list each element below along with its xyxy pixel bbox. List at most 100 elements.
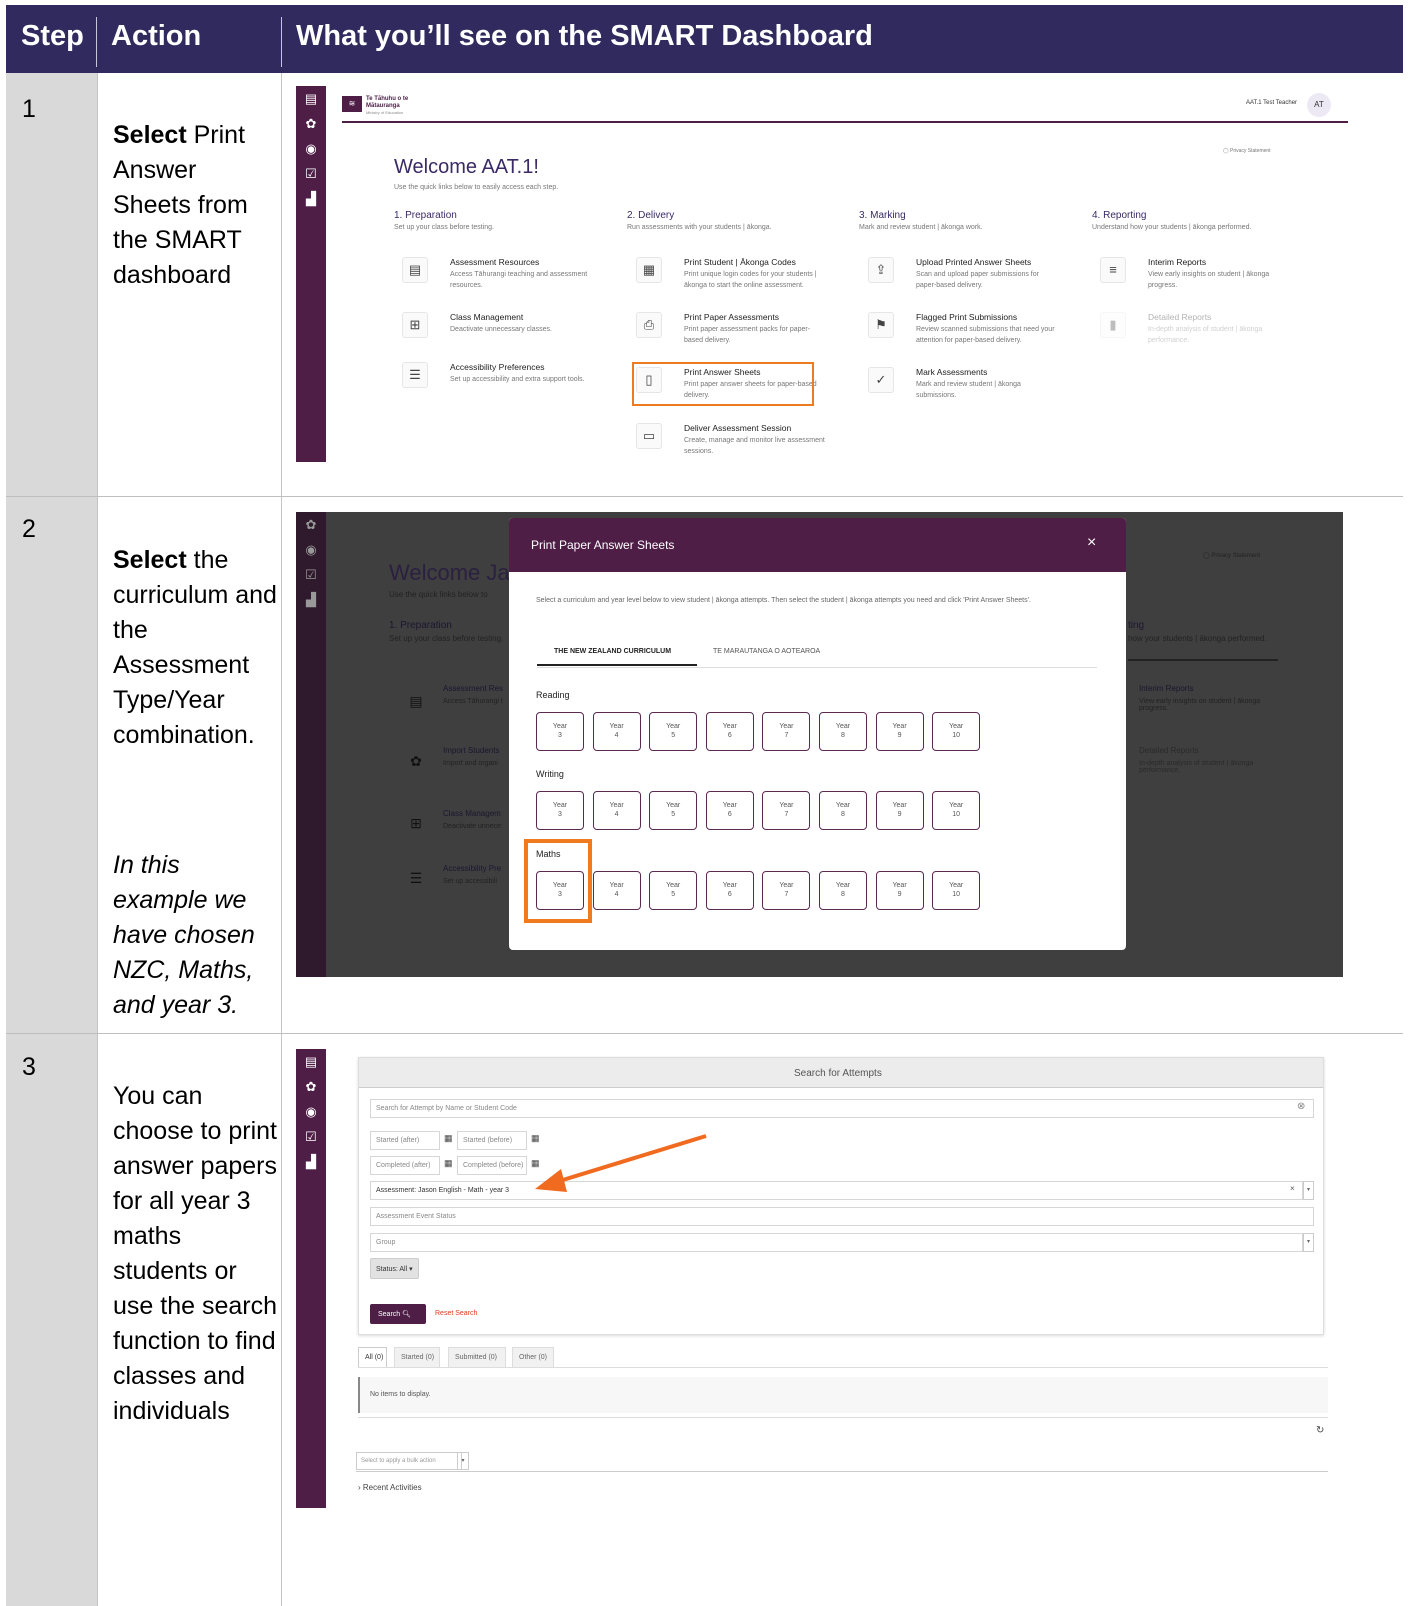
year-button-reading-7[interactable]: Year 7 xyxy=(762,712,811,751)
book-icon[interactable]: ▤ xyxy=(296,86,326,111)
quick-link-title: Accessibility Preferences xyxy=(450,362,545,372)
quick-link-desc: Access Tāhurangi teaching and assessment… xyxy=(450,271,588,289)
dropdown-arrow-icon[interactable]: ▾ xyxy=(1303,1181,1314,1200)
search-panel: Search for Attempts Search for Attempt b… xyxy=(358,1057,1324,1335)
dropdown-arrow-icon[interactable]: ▾ xyxy=(457,1452,469,1470)
year-button-writing-10[interactable]: Year 10 xyxy=(932,791,981,830)
people-icon[interactable]: ✿ xyxy=(296,512,326,537)
empty-message: No items to display. xyxy=(370,1391,431,1398)
year-button-writing-3[interactable]: Year 3 xyxy=(536,791,584,830)
recent-activities-toggle[interactable]: › Recent Activities xyxy=(358,1483,422,1492)
year-label: Year xyxy=(779,802,794,809)
user-name[interactable]: AAT.1 Test Teacher xyxy=(1246,100,1297,106)
checklist-icon[interactable]: ☑ xyxy=(296,562,326,587)
year-button-maths-9[interactable]: Year 9 xyxy=(875,871,924,910)
chart-icon[interactable]: ▟ xyxy=(296,186,326,211)
clear-icon[interactable]: × xyxy=(1290,1184,1295,1193)
welcome-title: Welcome AAT.1! xyxy=(394,156,539,178)
year-button-maths-8[interactable]: Year 8 xyxy=(819,871,867,910)
checklist-icon[interactable]: ☑ xyxy=(296,1124,326,1149)
book-icon[interactable]: ▤ xyxy=(296,1049,326,1074)
year-label: Year xyxy=(666,802,681,809)
event-status-field[interactable]: Assessment Event Status xyxy=(370,1207,1314,1226)
people-icon[interactable]: ✿ xyxy=(296,1074,326,1099)
year-button-writing-7[interactable]: Year 7 xyxy=(762,791,811,830)
year-number: 3 xyxy=(558,811,562,818)
column-subtitle: Set up your class before testing. xyxy=(394,224,494,231)
dropdown-arrow-icon[interactable]: ▾ xyxy=(1303,1233,1314,1252)
bg-item-desc: Deactivate unnece xyxy=(443,823,501,830)
tab-nzc[interactable]: THE NEW ZEALAND CURRICULUM xyxy=(554,648,671,655)
completed-before-field[interactable]: Completed (before) xyxy=(457,1156,527,1175)
chart-icon[interactable]: ▟ xyxy=(296,587,326,612)
subject-writing: Writing xyxy=(536,769,564,779)
completed-after-field[interactable]: Completed (after) xyxy=(370,1156,440,1175)
modal-header: Print Paper Answer Sheets × xyxy=(509,518,1126,572)
people-icon[interactable]: ✿ xyxy=(296,111,326,136)
year-button-writing-9[interactable]: Year 9 xyxy=(875,791,924,830)
status-dropdown[interactable]: Status: All ▾ xyxy=(370,1258,419,1279)
grid-icon: ⊞ xyxy=(410,815,422,831)
started-before-field[interactable]: Started (before) xyxy=(457,1131,527,1150)
play-icon[interactable]: ◉ xyxy=(296,537,326,562)
column-title: 2. Delivery xyxy=(627,210,675,221)
play-icon[interactable]: ◉ xyxy=(296,1099,326,1124)
search-input[interactable]: Search for Attempt by Name or Student Co… xyxy=(370,1099,1314,1118)
close-icon[interactable]: × xyxy=(1087,534,1096,552)
tab-started[interactable]: Started (0) xyxy=(394,1347,440,1368)
year-label: Year xyxy=(609,882,624,889)
tab-other[interactable]: Other (0) xyxy=(512,1347,554,1368)
year-label: Year xyxy=(892,802,907,809)
bg-item-title: Detailed Reports xyxy=(1139,746,1199,755)
clear-icon[interactable]: ⊗ xyxy=(1297,1101,1305,1112)
group-select[interactable]: Group xyxy=(370,1233,1303,1252)
privacy-link[interactable]: ◯ Privacy Statement xyxy=(1223,148,1271,154)
year-button-reading-3[interactable]: Year 3 xyxy=(536,712,584,751)
column-title: 3. Marking xyxy=(859,210,906,221)
tab-submitted[interactable]: Submitted (0) xyxy=(448,1347,506,1368)
chart-icon[interactable]: ▟ xyxy=(296,1149,326,1174)
year-button-reading-4[interactable]: Year 4 xyxy=(592,712,641,751)
started-after-field[interactable]: Started (after) xyxy=(370,1131,440,1150)
year-number: 8 xyxy=(841,891,845,898)
sidebar: ✿ ◉ ☑ ▟ xyxy=(296,512,326,977)
upload-icon: ⇪ xyxy=(868,257,894,283)
step-column xyxy=(6,73,97,1606)
year-button-reading-5[interactable]: Year 5 xyxy=(649,712,698,751)
year-number: 9 xyxy=(897,811,902,818)
year-button-maths-7[interactable]: Year 7 xyxy=(762,871,811,910)
tab-tma[interactable]: TE MARAUTANGA O AOTEAROA xyxy=(713,648,820,655)
calendar-icon[interactable]: ▦ xyxy=(444,1133,453,1144)
year-label: Year xyxy=(552,723,568,730)
year-button-reading-6[interactable]: Year 6 xyxy=(705,712,754,751)
avatar[interactable]: AT xyxy=(1307,93,1331,117)
checklist-icon[interactable]: ☑ xyxy=(296,161,326,186)
year-button-writing-6[interactable]: Year 6 xyxy=(705,791,754,830)
year-button-maths-4[interactable]: Year 4 xyxy=(592,871,641,910)
bg-welcome: Welcome Ja xyxy=(389,560,510,585)
quick-link-title: Print Student | Ākonga Codes xyxy=(684,257,796,267)
play-icon[interactable]: ◉ xyxy=(296,136,326,161)
reset-search-link[interactable]: Reset Search xyxy=(435,1310,477,1317)
header-divider xyxy=(281,17,282,67)
search-button[interactable]: Search 🔍︎ xyxy=(370,1304,426,1324)
year-button-reading-10[interactable]: Year 10 xyxy=(932,712,981,751)
recent-activities-label: Recent Activities xyxy=(362,1483,422,1492)
header-step: Step xyxy=(21,20,84,52)
year-button-reading-8[interactable]: Year 8 xyxy=(819,712,867,751)
assessment-select[interactable]: Assessment: Jason English - Math - year … xyxy=(370,1181,1303,1200)
year-button-maths-5[interactable]: Year 5 xyxy=(649,871,698,910)
year-button-writing-4[interactable]: Year 4 xyxy=(592,791,641,830)
year-button-maths-10[interactable]: Year 10 xyxy=(932,871,981,910)
bulk-action-select[interactable]: Select to apply a bulk action xyxy=(356,1452,462,1470)
tab-all[interactable]: All (0) xyxy=(358,1347,387,1368)
year-button-maths-6[interactable]: Year 6 xyxy=(705,871,754,910)
year-button-writing-5[interactable]: Year 5 xyxy=(649,791,698,830)
year-button-reading-9[interactable]: Year 9 xyxy=(875,712,924,751)
year-button-writing-8[interactable]: Year 8 xyxy=(819,791,867,830)
refresh-icon[interactable]: ↻ xyxy=(1316,1425,1324,1436)
calendar-icon[interactable]: ▦ xyxy=(444,1158,453,1169)
action-text: You can choose to print answer papers fo… xyxy=(113,1082,277,1425)
year-label: Year xyxy=(722,882,737,889)
bg-item-desc: Set up accessibili xyxy=(443,878,498,885)
